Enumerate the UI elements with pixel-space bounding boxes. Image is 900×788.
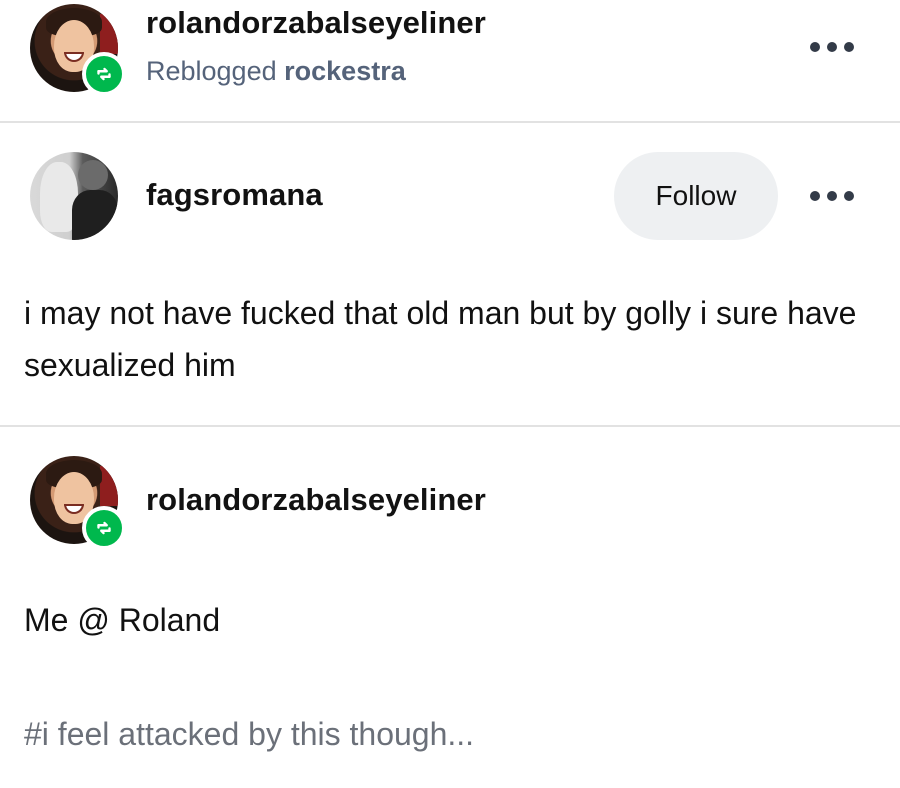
more-options-dot bbox=[827, 42, 837, 52]
avatar-suit bbox=[72, 190, 118, 240]
more-options-icon bbox=[810, 191, 820, 201]
reply-text: Me @ Roland bbox=[24, 602, 221, 638]
post-tag[interactable]: #i feel attacked by this though... bbox=[24, 716, 474, 753]
avatar-background bbox=[100, 466, 118, 506]
reblog-icon bbox=[97, 521, 111, 535]
avatar-background bbox=[100, 14, 118, 54]
reblogged-from-line: Reblogged rockestra bbox=[146, 56, 406, 87]
reblogged-prefix: Reblogged bbox=[146, 56, 277, 86]
more-options-button-post[interactable] bbox=[810, 186, 854, 206]
more-options-dot bbox=[844, 191, 854, 201]
avatar-fagsromana[interactable] bbox=[30, 152, 118, 240]
reblogger-username[interactable]: rolandorzabalseyeliner bbox=[146, 5, 486, 41]
more-options-dot bbox=[827, 191, 837, 201]
divider-middle bbox=[0, 425, 900, 427]
more-options-dot bbox=[844, 42, 854, 52]
reblog-badge-reply bbox=[82, 506, 126, 550]
follow-button[interactable]: Follow bbox=[614, 152, 778, 240]
divider-top bbox=[0, 121, 900, 123]
reblog-icon bbox=[97, 67, 111, 81]
reblogged-from-link[interactable]: rockestra bbox=[284, 56, 406, 86]
more-options-button[interactable] bbox=[810, 37, 854, 57]
more-options-icon bbox=[810, 42, 820, 52]
original-post-text: i may not have fucked that old man but b… bbox=[24, 295, 857, 383]
original-poster-username[interactable]: fagsromana bbox=[146, 177, 323, 213]
reply-username[interactable]: rolandorzabalseyeliner bbox=[146, 482, 486, 518]
reblog-badge bbox=[82, 52, 126, 96]
avatar-man bbox=[78, 160, 108, 190]
